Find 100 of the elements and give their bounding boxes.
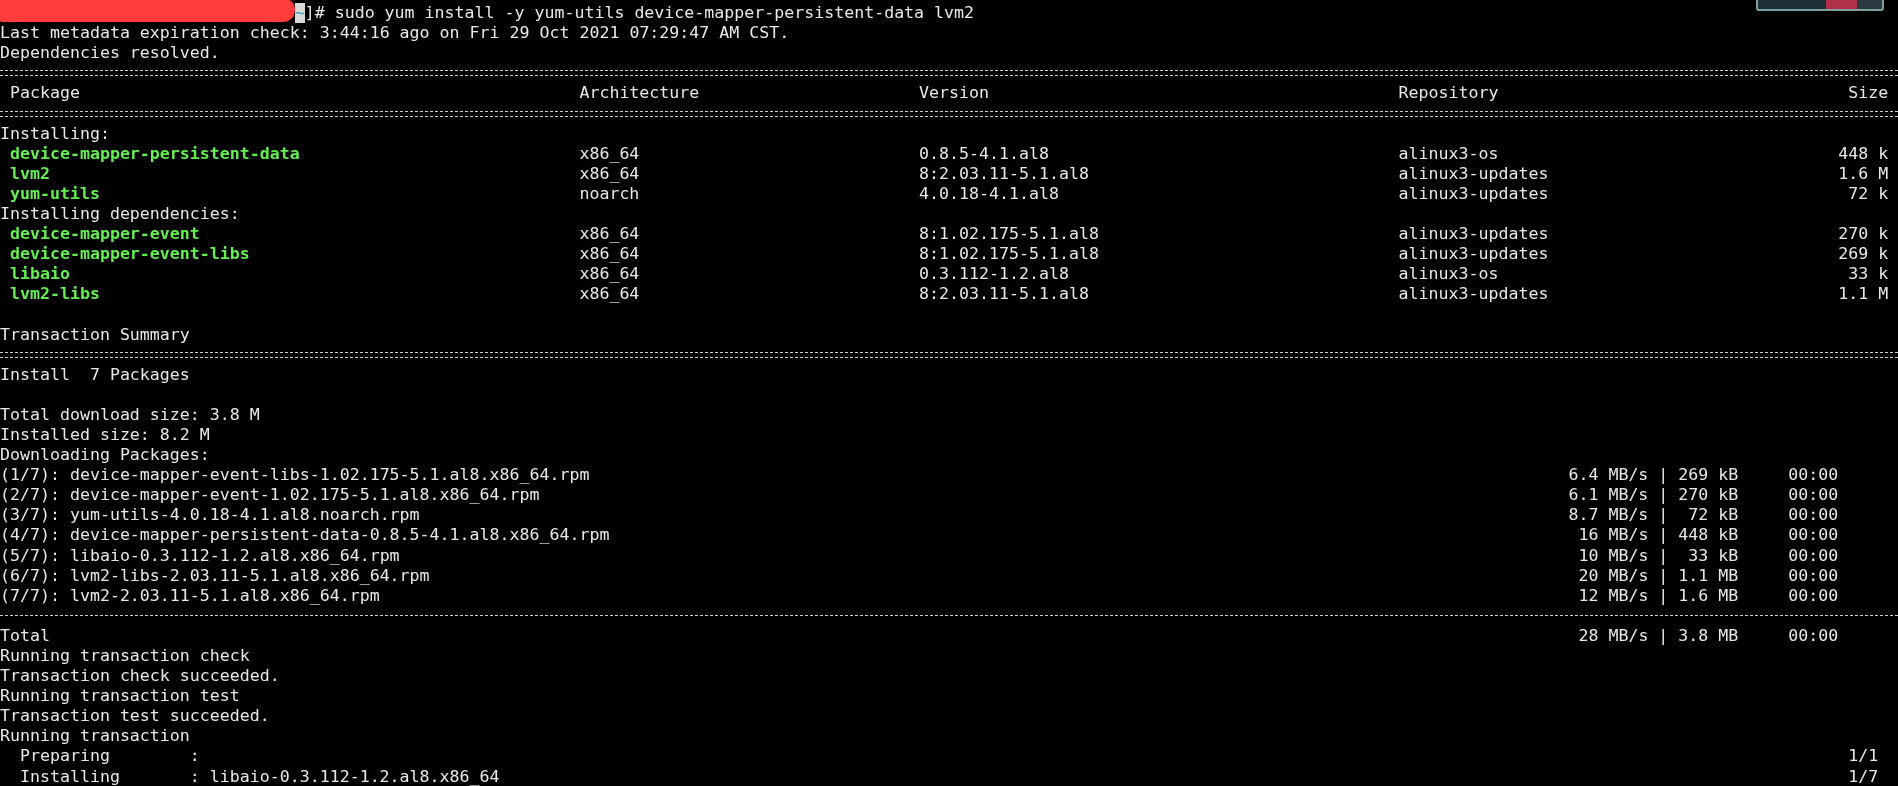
download-file: (1/7): device-mapper-event-libs-1.02.175-5.1.al8.x86_64.rpm	[0, 465, 590, 485]
download-size: 1.6 MB	[1678, 585, 1739, 605]
download-rate: 20 MB/s	[1578, 565, 1649, 585]
size-cell: 1.1 M	[1838, 284, 1889, 304]
download-rate: 6.4 MB/s	[1568, 465, 1649, 485]
package-name: yum-utils	[10, 183, 100, 203]
version-cell: 8:1.02.175-5.1.al8	[919, 244, 1099, 264]
step-separator: :	[189, 766, 200, 786]
column-header: Version	[919, 83, 989, 103]
size-cell: 448 k	[1838, 143, 1889, 163]
architecture-cell: x86_64	[579, 284, 640, 304]
column-divider: |	[1658, 525, 1669, 545]
version-cell: 0.3.112-1.2.al8	[919, 264, 1069, 284]
size-cell: 72 k	[1848, 183, 1889, 203]
download-time: 00:00	[1788, 465, 1839, 485]
download-rate: 16 MB/s	[1578, 525, 1649, 545]
download-time: 00:00	[1788, 525, 1839, 545]
download-file: (3/7): yum-utils-4.0.18-4.1.al8.noarch.rpm	[0, 505, 420, 525]
total-label: Total	[0, 625, 50, 645]
output-line: Downloading Packages:	[0, 445, 210, 466]
prompt-symbol: ]#	[304, 3, 325, 24]
download-size: 448 kB	[1678, 525, 1739, 545]
package-name: device-mapper-event-libs	[10, 244, 250, 264]
column-divider: |	[1658, 485, 1669, 505]
repository-cell: alinux3-os	[1398, 143, 1499, 163]
size-cell: 269 k	[1838, 244, 1889, 264]
output-line: Running transaction check	[0, 646, 250, 667]
output-line: Running transaction test	[0, 686, 240, 707]
download-size: 1.1 MB	[1678, 565, 1739, 585]
download-file: (5/7): libaio-0.3.112-1.2.al8.x86_64.rpm	[0, 545, 400, 565]
download-time: 00:00	[1788, 585, 1839, 605]
output-line: Transaction check succeeded.	[0, 666, 280, 687]
step-label: Preparing	[19, 746, 110, 766]
architecture-cell: x86_64	[579, 163, 640, 183]
architecture-cell: noarch	[579, 183, 640, 203]
column-divider: |	[1658, 625, 1669, 645]
download-file: (2/7): device-mapper-event-1.02.175-5.1.al8.x86_64.rpm	[0, 485, 540, 505]
package-name: device-mapper-event	[10, 224, 200, 244]
version-cell: 8:2.03.11-5.1.al8	[919, 163, 1089, 183]
prompt-directory: ~	[294, 3, 305, 24]
step-counter: 1/1	[1848, 746, 1879, 767]
install-count: Install 7 Packages	[0, 364, 190, 385]
column-divider: |	[1658, 465, 1669, 485]
download-size: 269 kB	[1678, 465, 1739, 485]
repository-cell: alinux3-updates	[1398, 163, 1549, 183]
column-header: Architecture	[579, 83, 700, 103]
package-name: libaio	[10, 264, 70, 284]
size-cell: 270 k	[1838, 224, 1889, 244]
repository-cell: alinux3-updates	[1398, 244, 1549, 264]
repository-cell: alinux3-updates	[1398, 284, 1549, 304]
step-label: Installing	[19, 766, 120, 786]
column-header: Size	[1848, 83, 1889, 103]
version-cell: 4.0.18-4.1.al8	[919, 183, 1059, 203]
repository-cell: alinux3-os	[1398, 264, 1499, 284]
column-divider: |	[1658, 565, 1669, 585]
download-file: (6/7): lvm2-libs-2.03.11-5.1.al8.x86_64.rpm	[0, 565, 430, 585]
download-rate: 8.7 MB/s	[1568, 505, 1649, 525]
group-heading: Installing:	[0, 123, 110, 144]
version-cell: 0.8.5-4.1.al8	[919, 143, 1049, 163]
column-header: Repository	[1398, 83, 1499, 103]
package-name: lvm2	[10, 163, 50, 183]
download-file: (4/7): device-mapper-persistent-data-0.8.5-4.1.al8.x86_64.rpm	[0, 525, 610, 545]
output-line: Installed size: 8.2 M	[0, 424, 210, 446]
download-time: 00:00	[1788, 565, 1839, 585]
package-name: device-mapper-persistent-data	[10, 143, 300, 163]
package-name: lvm2-libs	[10, 284, 100, 304]
download-size: 3.8 MB	[1678, 625, 1739, 645]
version-cell: 8:2.03.11-5.1.al8	[919, 284, 1089, 304]
output-line: Total download size: 3.8 M	[0, 404, 260, 425]
download-file: (7/7): lvm2-2.03.11-5.1.al8.x86_64.rpm	[0, 585, 380, 605]
output-line: Running transaction	[0, 726, 190, 747]
column-divider: |	[1658, 545, 1669, 565]
output-line: Dependencies resolved.	[0, 43, 220, 64]
download-time: 00:00	[1788, 545, 1839, 565]
download-time: 00:00	[1788, 505, 1839, 525]
download-size: 270 kB	[1678, 485, 1739, 505]
repository-cell: alinux3-updates	[1398, 224, 1549, 244]
download-size: 72 kB	[1688, 505, 1739, 525]
column-divider: |	[1658, 505, 1669, 525]
architecture-cell: x86_64	[579, 224, 640, 244]
command-text: sudo yum install -y yum-utils device-mapper-persistent-data lvm2	[334, 3, 975, 24]
download-rate: 10 MB/s	[1578, 545, 1649, 565]
repository-cell: alinux3-updates	[1398, 183, 1549, 203]
output-line: Last metadata expiration check: 3:44:16 ago on Fri 29 Oct 2021 07:29:47 AM CST.	[0, 23, 790, 44]
architecture-cell: x86_64	[579, 264, 640, 284]
version-cell: 8:1.02.175-5.1.al8	[919, 224, 1099, 244]
download-time: 00:00	[1788, 485, 1839, 505]
architecture-cell: x86_64	[579, 244, 640, 264]
download-rate: 6.1 MB/s	[1568, 485, 1649, 505]
group-heading: Installing dependencies:	[0, 203, 240, 225]
section-title: Transaction Summary	[0, 324, 190, 345]
output-line: Transaction test succeeded.	[0, 706, 270, 727]
column-header: Package	[10, 83, 80, 103]
download-rate: 12 MB/s	[1578, 585, 1649, 605]
size-cell: 1.6 M	[1838, 163, 1889, 183]
architecture-cell: x86_64	[579, 143, 640, 163]
download-size: 33 kB	[1688, 545, 1739, 565]
size-cell: 33 k	[1848, 264, 1889, 284]
download-rate: 28 MB/s	[1578, 625, 1649, 645]
download-time: 00:00	[1788, 625, 1839, 645]
